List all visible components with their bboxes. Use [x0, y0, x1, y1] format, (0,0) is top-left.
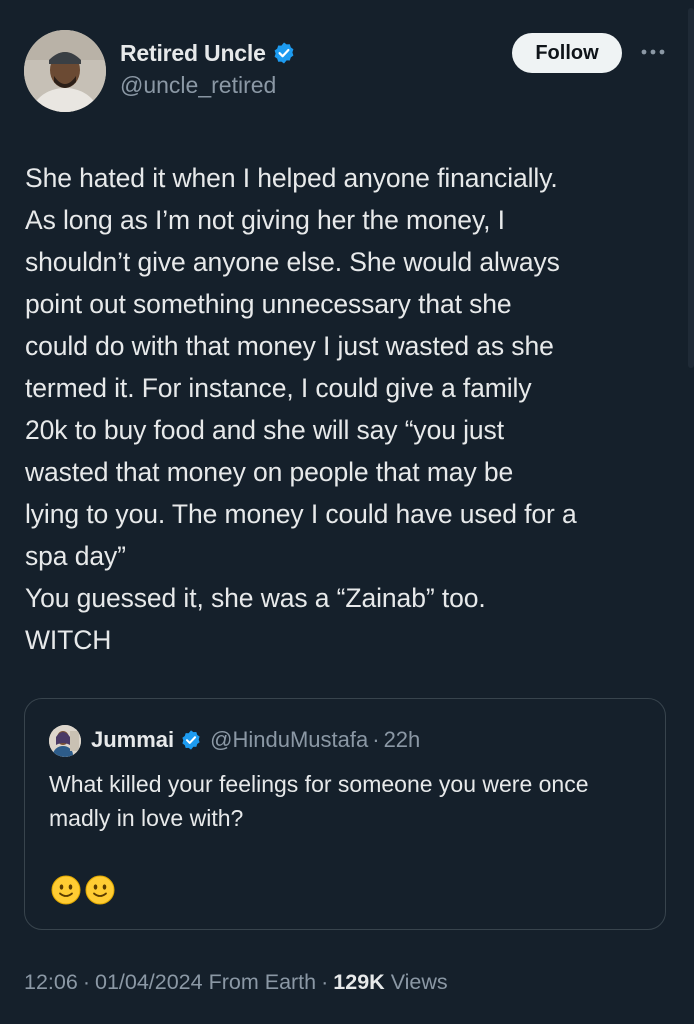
quoted-avatar-photo	[49, 725, 81, 757]
tweet-source: From Earth	[208, 970, 317, 994]
tweet-date[interactable]: 01/04/2024	[95, 970, 203, 995]
meta-separator: ·	[82, 970, 90, 994]
quoted-separator: ·	[372, 727, 380, 752]
author-name-row: Retired Uncle	[120, 36, 296, 70]
quoted-header: Jummai @HinduMustafa · 22h	[91, 723, 420, 757]
quoted-tweet-card[interactable]: Jummai @HinduMustafa · 22h What killed y…	[24, 698, 666, 930]
views-count[interactable]: 129K	[333, 970, 384, 995]
views-label[interactable]: Views	[391, 970, 448, 995]
quoted-display-name: Jummai	[91, 727, 175, 752]
quoted-text: What killed your feelings for someone yo…	[49, 771, 589, 831]
author-handle[interactable]: @uncle_retired	[120, 72, 296, 99]
avatar-photo	[24, 30, 106, 112]
author-display-name[interactable]: Retired Uncle	[120, 40, 266, 67]
slightly-smiling-face-icon	[85, 875, 115, 905]
more-horizontal-icon[interactable]	[636, 40, 670, 64]
quoted-timestamp: 22h	[383, 727, 421, 752]
more-dots-icon	[641, 49, 665, 55]
tweet-time[interactable]: 12:06	[24, 970, 78, 995]
meta-separator: ·	[321, 970, 329, 994]
author-info[interactable]: Retired Uncle @uncle_retired	[120, 36, 296, 99]
quoted-emojis	[51, 875, 115, 905]
slightly-smiling-face-icon	[51, 875, 81, 905]
quoted-verified-badge-icon	[182, 730, 200, 750]
tweet-meta: 12:06 · 01/04/2024 From Earth · 129K Vie…	[24, 970, 448, 995]
follow-button[interactable]: Follow	[512, 33, 622, 73]
tweet-text: She hated it when I helped anyone financ…	[25, 163, 577, 655]
verified-badge-icon	[274, 42, 294, 64]
quoted-author-avatar	[49, 725, 81, 757]
quoted-handle: @HinduMustafa	[210, 727, 369, 752]
scrollbar[interactable]	[688, 8, 694, 368]
author-avatar[interactable]	[24, 30, 106, 112]
tweet-detail-screen: Retired Uncle @uncle_retired Follow She …	[0, 0, 694, 1024]
